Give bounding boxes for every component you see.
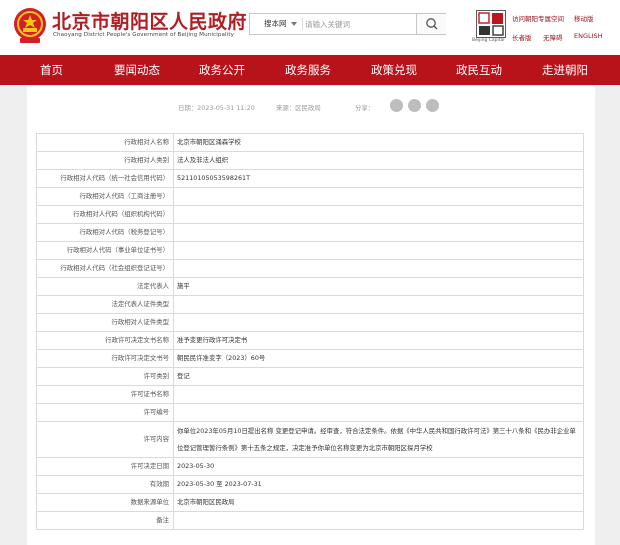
field-value: 准予变更行政许可决定书 [173, 331, 584, 350]
field-value: 施平 [173, 277, 584, 296]
field-label: 法定代表人证件类型 [36, 295, 174, 314]
field-value: 2023-05-30 [173, 457, 584, 476]
field-label: 备注 [36, 511, 174, 530]
field-label: 数据来源单位 [36, 493, 174, 512]
field-value: 2023-05-30 至 2023-07-31 [173, 475, 584, 494]
field-value [173, 295, 584, 314]
mobile-version-link[interactable]: 移动版 [574, 13, 594, 23]
field-value: 法人及非法人组织 [173, 151, 584, 170]
table-row: 备注 [36, 511, 584, 530]
table-row: 行政相对人类别 法人及非法人组织 [36, 151, 584, 170]
field-value [173, 403, 584, 422]
table-row: 许可类别 登记 [36, 367, 584, 386]
english-link[interactable]: ENGLISH [574, 32, 603, 40]
search-input[interactable] [305, 16, 413, 32]
site-title[interactable]: 北京市朝阳区人民政府 [52, 7, 247, 34]
field-label: 行政相对人代码（统一社会信用代码） [36, 169, 174, 188]
article-source: 来源：区民政局 [276, 104, 321, 112]
search-box: 搜本网 [249, 13, 446, 35]
nav-news[interactable]: 要闻动态 [114, 55, 160, 85]
main-nav: 首页 要闻动态 政务公开 政务服务 政策兑现 政民互动 走进朝阳 [0, 55, 620, 85]
field-label: 许可内容 [36, 421, 174, 458]
field-value [173, 205, 584, 224]
capital-caption: Beijing Capital [472, 38, 505, 43]
table-row: 行政相对人代码（社会组织登记证号） [36, 259, 584, 278]
field-label: 行政相对人代码（工商注册号） [36, 187, 174, 206]
table-row: 法定代表人 施平 [36, 277, 584, 296]
field-label: 行政相对人代码（社会组织登记证号） [36, 259, 174, 278]
publish-date: 日期：2023-05-31 11:20 [178, 104, 255, 112]
table-row: 有效期 2023-05-30 至 2023-07-31 [36, 475, 584, 494]
field-label: 行政许可决定文书号 [36, 349, 174, 368]
field-label: 许可类别 [36, 367, 174, 386]
field-value: 朝民民许准变字（2023）60号 [173, 349, 584, 368]
beijing-capital-logo[interactable] [476, 10, 506, 38]
nav-gov-service[interactable]: 政务服务 [285, 55, 331, 85]
field-label: 有效期 [36, 475, 174, 494]
table-row: 行政相对人代码（统一社会信用代码） 52110105053598261T [36, 169, 584, 188]
field-value [173, 223, 584, 242]
site-header: 北京市朝阳区人民政府 Chaoyang District People's Go… [0, 0, 620, 55]
table-row: 行政许可决定文书名称 准予变更行政许可决定书 [36, 331, 584, 350]
elderly-version-link[interactable]: 长者版 [512, 32, 532, 42]
national-emblem-icon [14, 8, 46, 43]
field-label: 行政许可决定文书名称 [36, 331, 174, 350]
field-label: 许可编号 [36, 403, 174, 422]
content-panel: 日期：2023-05-31 11:20 来源：区民政局 分享： 行政相对人名称北… [27, 86, 595, 545]
table-row: 行政相对人代码（工商注册号） [36, 187, 584, 206]
nav-about-chaoyang[interactable]: 走进朝阳 [542, 55, 588, 85]
table-row: 行政相对人代码（事业单位证书号） [36, 241, 584, 260]
field-label: 许可证书名称 [36, 385, 174, 404]
site-subtitle: Chaoyang District People's Government of… [53, 32, 235, 38]
field-value [173, 511, 584, 530]
table-row: 行政许可决定文书号 朝民民许准变字（2023）60号 [36, 349, 584, 368]
field-value: 登记 [173, 367, 584, 386]
field-value: 北京市朝阳区民政局 [173, 493, 584, 512]
field-value: 你单位2023年05月10日提出名称 变更登记申请。经审查，符合法定条件。依据《… [173, 421, 584, 458]
table-row: 法定代表人证件类型 [36, 295, 584, 314]
field-value: 北京市朝阳区涌森学校 [173, 133, 584, 152]
nav-gov-open[interactable]: 政务公开 [199, 55, 245, 85]
permit-info-table: 行政相对人名称 北京市朝阳区涌森学校 行政相对人类别 法人及非法人组织 行政相对人代码（… [36, 133, 584, 530]
search-scope-dropdown[interactable]: 搜本网 [250, 14, 302, 34]
nav-home[interactable]: 首页 [40, 55, 63, 85]
field-label: 行政相对人证件类型 [36, 313, 174, 332]
field-value [173, 241, 584, 260]
article-meta: 日期：2023-05-31 11:20 来源：区民政局 分享： [27, 86, 595, 124]
field-label: 行政相对人类别 [36, 151, 174, 170]
accessible-link[interactable]: 无障碍 [543, 32, 563, 42]
field-value [173, 385, 584, 404]
share-label: 分享： [355, 104, 375, 112]
table-row: 许可决定日期 2023-05-30 [36, 457, 584, 476]
field-label: 行政相对人名称 [36, 133, 174, 152]
table-row: 许可编号 [36, 403, 584, 422]
qzone-icon[interactable] [426, 99, 439, 112]
wechat-icon[interactable] [390, 99, 403, 112]
field-value: 52110105053598261T [173, 169, 584, 188]
field-value [173, 259, 584, 278]
table-row: 行政相对人名称 北京市朝阳区涌森学校 [36, 133, 584, 152]
weibo-icon[interactable] [408, 99, 421, 112]
search-icon [426, 18, 438, 30]
table-row: 行政相对人证件类型 [36, 313, 584, 332]
field-label: 行政相对人代码（税务登记号） [36, 223, 174, 242]
field-label: 行政相对人代码（组织机构代码） [36, 205, 174, 224]
table-row: 许可内容 你单位2023年05月10日提出名称 变更登记申请。经审查，符合法定条件… [36, 421, 584, 458]
chevron-down-icon [291, 22, 297, 26]
table-row: 行政相对人代码（组织机构代码） [36, 205, 584, 224]
field-value [173, 313, 584, 332]
field-label: 行政相对人代码（事业单位证书号） [36, 241, 174, 260]
nav-policy[interactable]: 政策兑现 [371, 55, 417, 85]
search-button[interactable] [416, 14, 446, 34]
search-scope-label: 搜本网 [264, 19, 287, 28]
nav-interaction[interactable]: 政民互动 [456, 55, 502, 85]
field-label: 许可决定日期 [36, 457, 174, 476]
field-label: 法定代表人 [36, 277, 174, 296]
table-row: 数据来源单位 北京市朝阳区民政局 [36, 493, 584, 512]
search-divider [302, 18, 303, 30]
elder-space-link[interactable]: 访问朝阳专属空间 [512, 13, 564, 23]
field-value [173, 187, 584, 206]
table-row: 行政相对人代码（税务登记号） [36, 223, 584, 242]
table-row: 许可证书名称 [36, 385, 584, 404]
